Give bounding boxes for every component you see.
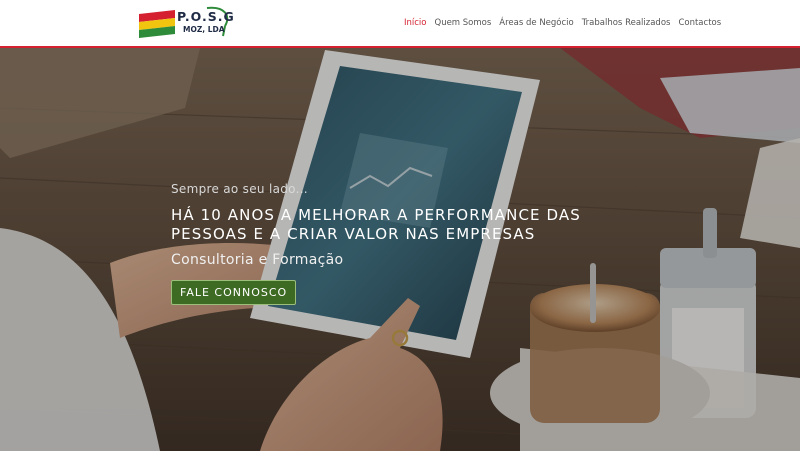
- nav-item-contactos[interactable]: Contactos: [678, 18, 721, 28]
- brand-logo[interactable]: P.O.S.G MOZ, LDA: [137, 6, 234, 40]
- nav-item-inicio[interactable]: Início: [404, 18, 427, 28]
- site-header: P.O.S.G MOZ, LDA Início Quem Somos Áreas…: [0, 0, 800, 48]
- main-navigation: Início Quem Somos Áreas de Negócio Traba…: [404, 0, 729, 46]
- hero-subheadline: Consultoria e Formação: [171, 252, 344, 268]
- hero-tagline: Sempre ao seu lado...: [171, 182, 308, 196]
- contact-us-button[interactable]: FALE CONNOSCO: [171, 280, 297, 305]
- hero-banner: Sempre ao seu lado... HÁ 10 ANOS A MELHO…: [0, 48, 800, 451]
- brand-name: P.O.S.G: [177, 9, 235, 24]
- hero-headline-line-1: HÁ 10 ANOS A MELHORAR A PERFORMANCE DAS: [171, 206, 581, 224]
- nav-item-quem-somos[interactable]: Quem Somos: [435, 18, 492, 28]
- hero-headline-line-2: PESSOAS E A CRIAR VALOR NAS EMPRESAS: [171, 225, 536, 243]
- hero-content: Sempre ao seu lado... HÁ 10 ANOS A MELHO…: [171, 182, 611, 305]
- nav-item-areas-de-negocio[interactable]: Áreas de Negócio: [499, 18, 573, 28]
- nav-item-trabalhos-realizados[interactable]: Trabalhos Realizados: [582, 18, 671, 28]
- brand-subtitle: MOZ, LDA: [183, 25, 225, 34]
- hero-headline: HÁ 10 ANOS A MELHORAR A PERFORMANCE DAS …: [171, 206, 611, 244]
